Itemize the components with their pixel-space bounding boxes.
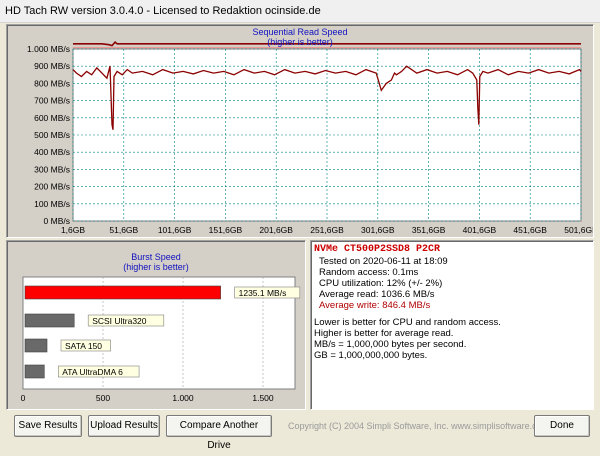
- burst-speed-panel: Burst Speed (higher is better) 1235.1 MB…: [6, 240, 306, 410]
- seq-x-tick-label: 1,6GB: [61, 225, 85, 235]
- seq-x-tick-label: 301,6GB: [361, 225, 395, 235]
- done-button[interactable]: Done: [534, 415, 590, 437]
- burst-bar-tested: [24, 285, 221, 300]
- burst-x-tick-label: 1.000: [172, 393, 194, 403]
- title-bar: HD Tach RW version 3.0.4.0 - Licensed to…: [0, 0, 600, 23]
- seq-y-tick-label: 400 MB/s: [34, 147, 70, 157]
- burst-bar-label: 1235.1 MB/s: [239, 288, 287, 298]
- seq-chart-subtitle: (higher is better): [267, 37, 333, 47]
- info-average-read: Average read: 1036.6 MB/s: [319, 289, 435, 300]
- seq-x-tick-label: 101,6GB: [158, 225, 192, 235]
- upload-results-button[interactable]: Upload Results: [88, 415, 160, 437]
- burst-bar-label: ATA UltraDMA 6: [62, 367, 123, 377]
- save-results-button[interactable]: Save Results: [14, 415, 82, 437]
- note-gb-definition: GB = 1,000,000,000 bytes.: [314, 350, 428, 361]
- burst-chart-title: Burst Speed: [131, 252, 181, 262]
- info-cpu-utilization: CPU utilization: 12% (+/- 2%): [319, 278, 443, 289]
- seq-y-tick-label: 700 MB/s: [34, 96, 70, 106]
- seq-y-tick-label: 100 MB/s: [34, 199, 70, 209]
- seq-x-tick-label: 151,6GB: [209, 225, 243, 235]
- burst-x-tick-label: 1.500: [252, 393, 274, 403]
- burst-bar-reference: [24, 364, 45, 379]
- seq-x-tick-label: 501,6GB: [564, 225, 593, 235]
- burst-bar-reference: [24, 313, 75, 328]
- seq-y-tick-label: 200 MB/s: [34, 182, 70, 192]
- copyright-text: Copyright (C) 2004 Simpli Software, Inc.…: [288, 421, 550, 431]
- sequential-read-chart: 0 MB/s100 MB/s200 MB/s300 MB/s400 MB/s50…: [27, 27, 598, 235]
- info-average-write: Average write: 846.4 MB/s: [319, 300, 431, 311]
- sequential-read-panel: 0 MB/s 100 MB/s 200 MB/s 300 MB/s 400 MB/s 50…: [6, 24, 598, 238]
- burst-speed-chart: Burst Speed (higher is better) 1235.1 MB…: [21, 252, 301, 403]
- seq-x-tick-label: 251,6GB: [310, 225, 344, 235]
- seq-x-tick-label: 401,6GB: [463, 225, 497, 235]
- seq-y-tick-label: 300 MB/s: [34, 164, 70, 174]
- seq-x-tick-label: 451,6GB: [513, 225, 547, 235]
- compare-another-drive-button[interactable]: Compare Another Drive: [166, 415, 272, 451]
- note-higher-better: Higher is better for average read.: [314, 328, 454, 339]
- results-info-panel: NVMe CT500P2SSD8 P2CR Tested on 2020-06-…: [310, 240, 594, 410]
- note-lower-better: Lower is better for CPU and random acces…: [314, 317, 501, 328]
- info-tested-on: Tested on 2020-06-11 at 18:09: [319, 256, 448, 267]
- burst-x-tick-label: 0: [21, 393, 26, 403]
- burst-bar-label: SATA 150: [65, 341, 102, 351]
- burst-bar-label: SCSI Ultra320: [92, 316, 147, 326]
- window-title: HD Tach RW version 3.0.4.0 - Licensed to…: [5, 5, 321, 17]
- seq-x-tick-label: 51,6GB: [109, 225, 138, 235]
- note-mbs-definition: MB/s = 1,000,000 bytes per second.: [314, 339, 467, 350]
- seq-y-tick-label: 800 MB/s: [34, 78, 70, 88]
- burst-chart-subtitle: (higher is better): [123, 262, 189, 272]
- seq-y-tick-label: 900 MB/s: [34, 61, 70, 71]
- seq-y-tick-label: 1.000 MB/s: [27, 44, 70, 54]
- seq-x-tick-label: 351,6GB: [412, 225, 446, 235]
- burst-x-tick-label: 500: [96, 393, 110, 403]
- drive-name: NVMe CT500P2SSD8 P2CR: [314, 244, 441, 255]
- info-random-access: Random access: 0.1ms: [319, 267, 419, 278]
- seq-chart-title: Sequential Read Speed: [252, 27, 347, 37]
- seq-x-tick-label: 201,6GB: [259, 225, 293, 235]
- seq-y-tick-label: 600 MB/s: [34, 113, 70, 123]
- seq-y-tick-label: 500 MB/s: [34, 130, 70, 140]
- burst-bar-reference: [24, 338, 48, 353]
